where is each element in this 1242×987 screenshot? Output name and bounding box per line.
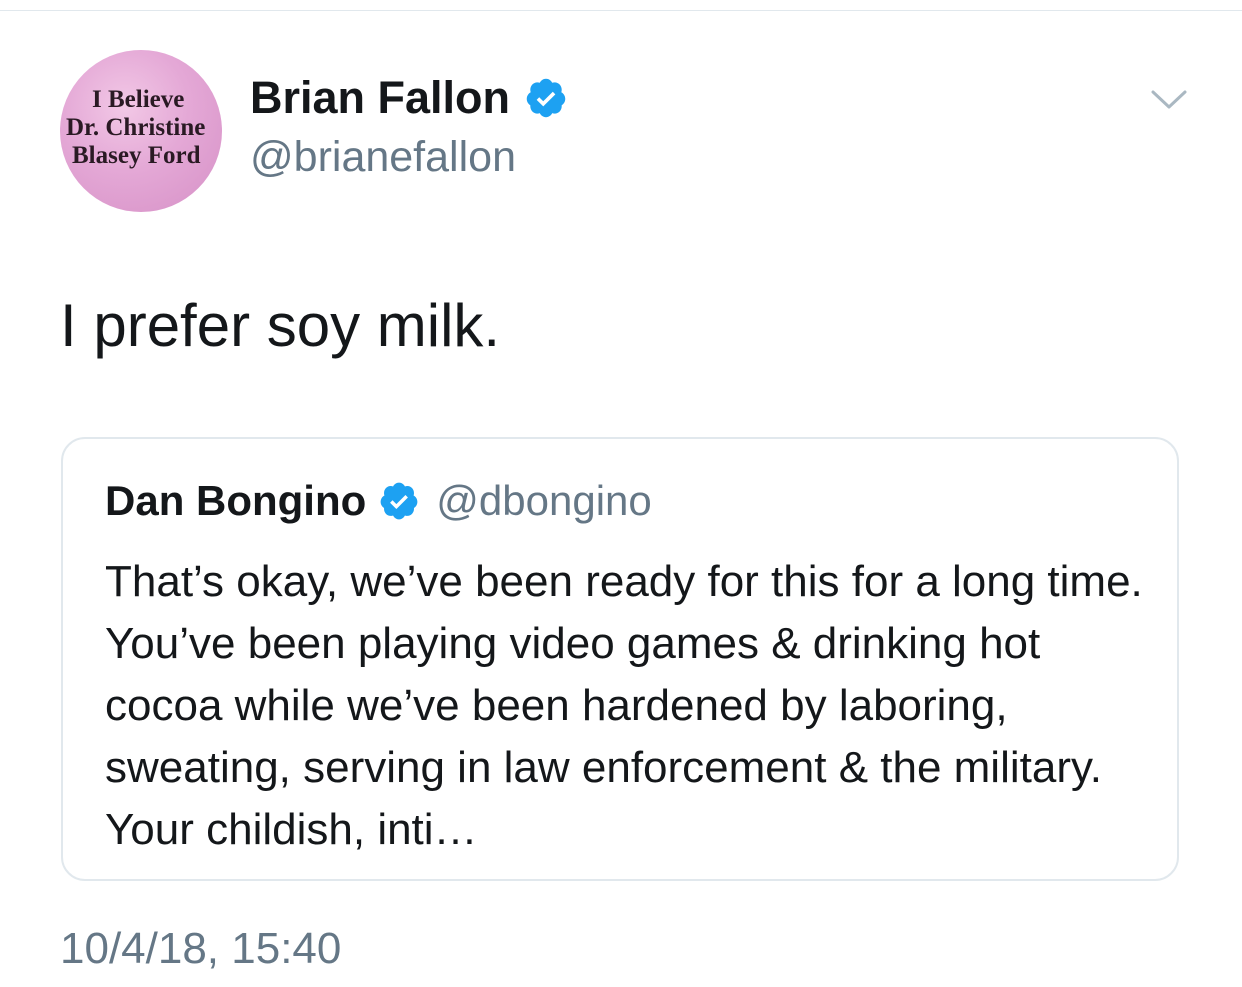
quoted-tweet-text: That’s okay, we’ve been ready for this f… <box>105 557 1143 854</box>
author-display-name[interactable]: Brian Fallon <box>250 70 510 126</box>
avatar-text-line-3: Blasey Ford <box>72 142 201 169</box>
quoted-author-handle: @dbongino <box>436 477 652 524</box>
chevron-down-icon[interactable] <box>1150 88 1188 112</box>
avatar-text-line-2: Dr. Christine <box>66 114 206 141</box>
tweet-timestamp[interactable]: 10/4/18, 15:40 <box>60 922 341 976</box>
verified-badge-icon <box>526 78 566 118</box>
quoted-tweet-card[interactable]: Dan Bongino @dbongino That’s okay, we’ve… <box>61 437 1179 881</box>
tweet-text: I prefer soy milk. <box>60 292 501 359</box>
author-handle[interactable]: @brianefallon <box>250 130 516 184</box>
quoted-tweet-header: Dan Bongino @dbongino <box>105 475 652 527</box>
avatar-text-line-1: I Believe <box>92 86 185 113</box>
quoted-author-name: Dan Bongino <box>105 477 367 524</box>
author-name-row[interactable]: Brian Fallon <box>250 70 568 126</box>
avatar[interactable]: I Believe Dr. Christine Blasey Ford <box>60 50 222 212</box>
verified-badge-icon <box>380 482 418 520</box>
avatar-text: I Believe Dr. Christine Blasey Ford <box>60 86 222 170</box>
top-divider <box>0 10 1242 11</box>
